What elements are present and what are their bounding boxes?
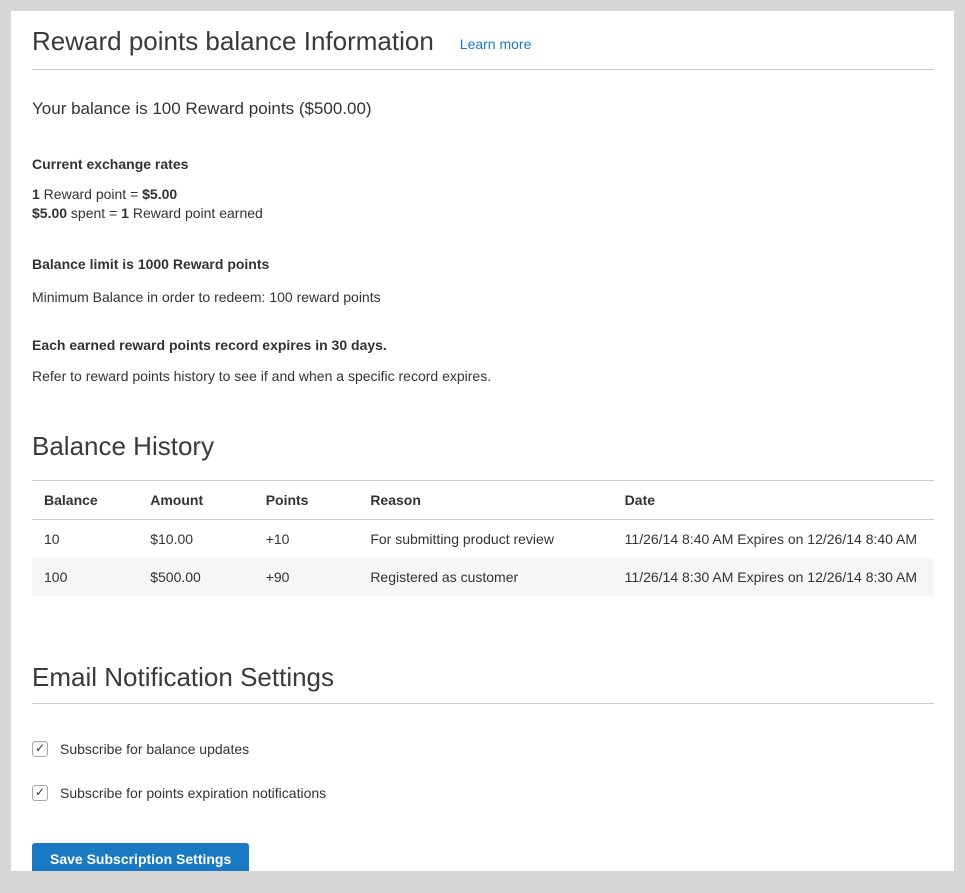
rate1-points: 1 [32, 186, 40, 202]
cell-amount: $10.00 [140, 519, 255, 558]
cell-amount: $500.00 [140, 558, 255, 596]
cell-points: +90 [256, 558, 361, 596]
rate1-text: Reward point = [40, 186, 142, 202]
cell-date: 11/26/14 8:40 AM Expires on 12/26/14 8:4… [615, 519, 934, 558]
exchange-rate-line-2: $5.00 spent = 1 Reward point earned [32, 204, 934, 223]
balance-summary: Your balance is 100 Reward points ($500.… [32, 99, 934, 119]
minimum-balance-text: Minimum Balance in order to redeem: 100 … [32, 289, 934, 305]
checkbox[interactable] [32, 785, 48, 801]
reward-info-card: Reward points balance Information Learn … [11, 11, 954, 871]
cell-date: 11/26/14 8:30 AM Expires on 12/26/14 8:3… [615, 558, 934, 596]
subscription-option-0: Subscribe for balance updates [32, 741, 934, 757]
exchange-rates: 1 Reward point = $5.00 $5.00 spent = 1 R… [32, 185, 934, 223]
page-title: Reward points balance Information [32, 25, 434, 58]
exchange-rate-line-1: 1 Reward point = $5.00 [32, 185, 934, 204]
column-header-points: Points [256, 480, 361, 519]
email-settings-divider [32, 703, 934, 704]
cell-points: +10 [256, 519, 361, 558]
cell-balance: 10 [32, 519, 140, 558]
subscription-option-1: Subscribe for points expiration notifica… [32, 785, 934, 801]
balance-limit-text: Balance limit is 1000 Reward points [32, 256, 934, 272]
checkbox-label: Subscribe for points expiration notifica… [60, 785, 326, 801]
balance-history-table: Balance Amount Points Reason Date 10$10.… [32, 480, 934, 596]
table-row: 100$500.00+90Registered as customer11/26… [32, 558, 934, 596]
header-divider [32, 69, 934, 70]
page-header: Reward points balance Information Learn … [32, 25, 934, 58]
column-header-amount: Amount [140, 480, 255, 519]
rate2-amount: $5.00 [32, 205, 67, 221]
save-subscription-button[interactable]: Save Subscription Settings [32, 843, 249, 871]
table-row: 10$10.00+10For submitting product review… [32, 519, 934, 558]
column-header-date: Date [615, 480, 934, 519]
table-header: Balance Amount Points Reason Date [32, 480, 934, 519]
rate2-points: 1 [121, 205, 129, 221]
rate2-tail: Reward point earned [129, 205, 263, 221]
balance-history-heading: Balance History [32, 431, 934, 462]
column-header-balance: Balance [32, 480, 140, 519]
cell-balance: 100 [32, 558, 140, 596]
rate1-amount: $5.00 [142, 186, 177, 202]
column-header-reason: Reason [360, 480, 614, 519]
history-rows: 10$10.00+10For submitting product review… [32, 519, 934, 596]
rate2-text: spent = [67, 205, 121, 221]
cell-reason: For submitting product review [360, 519, 614, 558]
cell-reason: Registered as customer [360, 558, 614, 596]
exchange-rates-heading: Current exchange rates [32, 156, 934, 172]
learn-more-link[interactable]: Learn more [460, 36, 532, 52]
checkbox[interactable] [32, 741, 48, 757]
expiration-note-text: Refer to reward points history to see if… [32, 368, 934, 384]
expiration-rule-text: Each earned reward points record expires… [32, 337, 934, 353]
checkbox-label: Subscribe for balance updates [60, 741, 249, 757]
email-options: Subscribe for balance updates Subscribe f… [32, 741, 934, 801]
email-settings-heading: Email Notification Settings [32, 662, 934, 693]
